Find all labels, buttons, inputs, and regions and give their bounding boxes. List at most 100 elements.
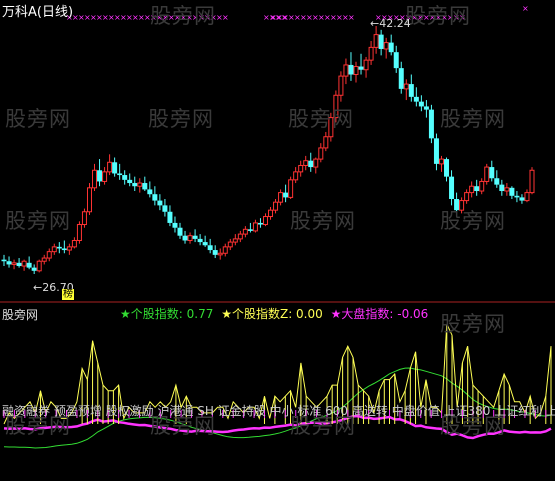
candle[interactable]: [509, 186, 515, 199]
candle[interactable]: [21, 259, 27, 271]
candle[interactable]: [16, 258, 22, 268]
candle[interactable]: [464, 189, 470, 204]
candle[interactable]: [31, 264, 37, 274]
candle[interactable]: [408, 74, 414, 102]
candle[interactable]: [499, 179, 505, 196]
candle[interactable]: [202, 235, 208, 247]
candle[interactable]: [283, 184, 289, 203]
candle[interactable]: [207, 238, 213, 254]
candle[interactable]: [368, 41, 374, 65]
candle[interactable]: [444, 157, 450, 182]
candle[interactable]: [6, 256, 12, 268]
candle[interactable]: [142, 176, 148, 192]
candle[interactable]: [469, 181, 475, 198]
candle[interactable]: [11, 259, 17, 270]
candle[interactable]: [46, 248, 52, 262]
candle[interactable]: [363, 56, 369, 78]
candle[interactable]: [177, 222, 183, 239]
candle[interactable]: [474, 179, 480, 196]
candle[interactable]: [514, 191, 520, 203]
candle[interactable]: [524, 189, 530, 203]
candle[interactable]: [353, 61, 359, 83]
candle[interactable]: [494, 170, 500, 188]
candle[interactable]: [504, 183, 510, 196]
candle[interactable]: [268, 206, 274, 220]
candle[interactable]: [97, 159, 103, 187]
candle[interactable]: [489, 160, 495, 182]
candle[interactable]: [358, 53, 364, 75]
candle[interactable]: [112, 157, 118, 177]
candle[interactable]: [303, 155, 309, 171]
candle[interactable]: [71, 237, 77, 249]
candle[interactable]: [92, 163, 98, 192]
candle[interactable]: [222, 243, 228, 257]
candle[interactable]: [212, 245, 218, 259]
candle[interactable]: [86, 183, 92, 215]
candle[interactable]: [247, 222, 253, 233]
candle[interactable]: [107, 154, 113, 176]
candle[interactable]: [428, 104, 434, 144]
candle[interactable]: [137, 178, 143, 193]
candle[interactable]: [403, 79, 409, 101]
candle[interactable]: [162, 198, 168, 217]
candle[interactable]: [81, 208, 87, 228]
candle[interactable]: [217, 248, 223, 260]
candle[interactable]: [343, 58, 349, 85]
candle[interactable]: [61, 240, 67, 254]
candle[interactable]: [56, 242, 62, 254]
candle[interactable]: [232, 234, 238, 246]
candle[interactable]: [323, 131, 329, 152]
candle[interactable]: [449, 170, 455, 206]
candle[interactable]: [348, 52, 354, 81]
candle[interactable]: [262, 213, 268, 227]
candle[interactable]: [298, 160, 304, 177]
candle[interactable]: [257, 218, 263, 228]
candle[interactable]: [36, 259, 42, 273]
candle[interactable]: [157, 194, 163, 211]
candle[interactable]: [26, 256, 32, 270]
candle[interactable]: [242, 226, 248, 238]
candle[interactable]: [418, 95, 424, 112]
candle[interactable]: [484, 163, 490, 185]
candle[interactable]: [76, 221, 82, 244]
candle[interactable]: [479, 178, 485, 195]
candle[interactable]: [438, 155, 444, 172]
candle[interactable]: [117, 163, 123, 180]
candle[interactable]: [293, 167, 299, 184]
candle[interactable]: [102, 167, 108, 185]
candle[interactable]: [313, 157, 319, 174]
candle[interactable]: [122, 170, 128, 185]
candle[interactable]: [288, 176, 294, 199]
candle[interactable]: [167, 205, 173, 227]
candle[interactable]: [237, 230, 243, 243]
candle[interactable]: [182, 230, 188, 244]
candle[interactable]: [378, 29, 384, 56]
candle[interactable]: [393, 45, 399, 73]
candle[interactable]: [197, 234, 203, 246]
candle[interactable]: [519, 194, 525, 204]
candle[interactable]: [172, 216, 178, 233]
candle[interactable]: [373, 26, 379, 54]
candle[interactable]: [132, 176, 138, 192]
candle[interactable]: [413, 87, 419, 107]
candle[interactable]: [383, 37, 389, 59]
candle[interactable]: [51, 243, 57, 255]
candle[interactable]: [398, 61, 404, 94]
candle[interactable]: [529, 167, 535, 195]
candle[interactable]: [433, 133, 439, 171]
candle[interactable]: [41, 254, 47, 265]
candle[interactable]: [187, 232, 193, 244]
candle[interactable]: [192, 229, 198, 243]
candle[interactable]: [1, 254, 7, 267]
candle[interactable]: [423, 100, 429, 118]
candle[interactable]: [227, 238, 233, 251]
candle[interactable]: [338, 71, 344, 102]
candle[interactable]: [318, 143, 324, 163]
candle[interactable]: [252, 219, 258, 233]
candle[interactable]: [66, 243, 72, 255]
candle[interactable]: [152, 186, 158, 206]
candle[interactable]: [278, 189, 284, 206]
candle[interactable]: [308, 152, 314, 172]
candle[interactable]: [388, 34, 394, 56]
candle[interactable]: [127, 173, 133, 187]
